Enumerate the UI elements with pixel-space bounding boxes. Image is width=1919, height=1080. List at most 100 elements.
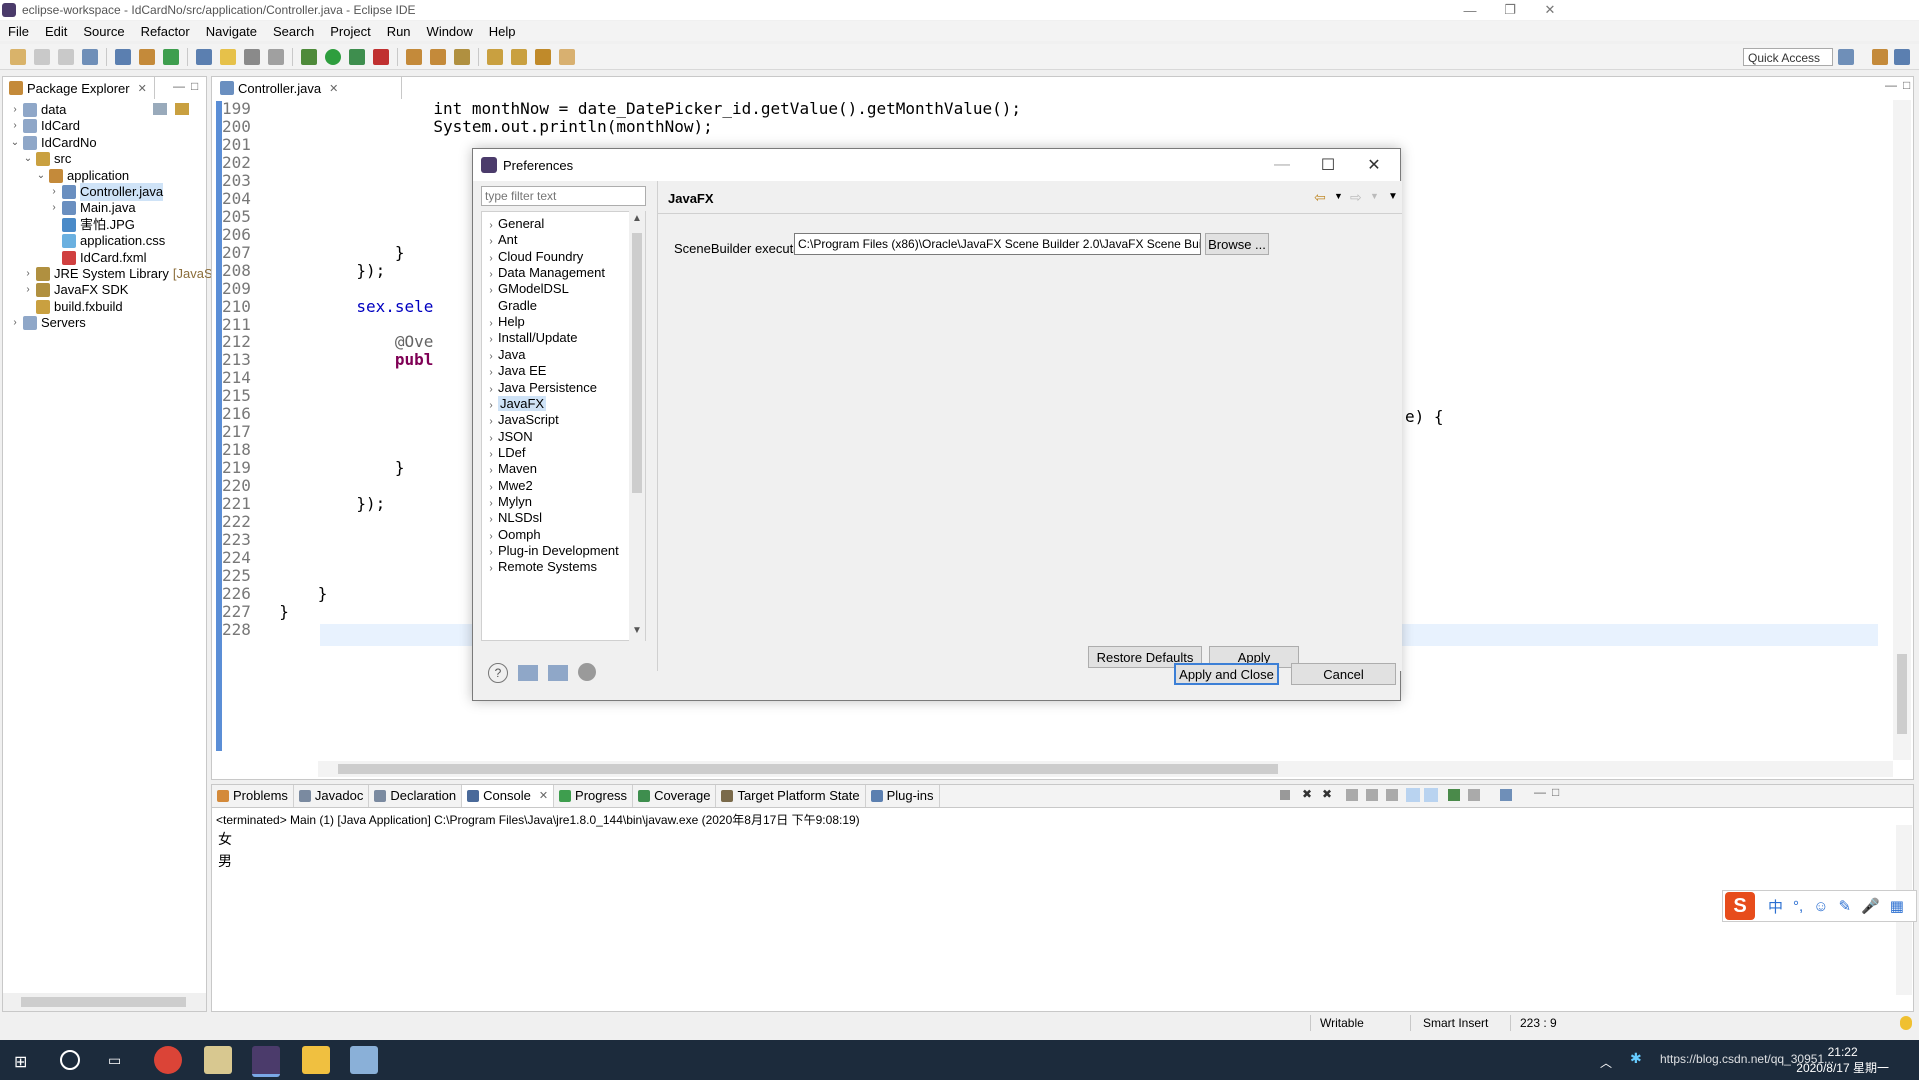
filter-input[interactable]	[481, 186, 646, 206]
package-explorer-tab[interactable]: Package Explorer ✕	[3, 77, 155, 99]
tab-problems[interactable]: Problems	[212, 785, 294, 807]
remove-all-terminated-icon[interactable]: ✖	[1322, 787, 1332, 801]
toolbox-icon[interactable]: ▦	[1890, 897, 1904, 915]
tree-scrollbar[interactable]: ▲ ▼	[629, 211, 645, 641]
menu-run[interactable]: Run	[379, 24, 419, 39]
tree-item[interactable]: › JavaFX SDK	[22, 281, 128, 299]
debug-icon[interactable]	[301, 48, 317, 65]
show-hidden-icons-icon[interactable]: ︿	[1600, 1054, 1612, 1071]
dialog-minimize-button[interactable]: —	[1259, 149, 1305, 181]
close-icon[interactable]: ✕	[539, 785, 548, 807]
clear-console-icon[interactable]	[1346, 789, 1358, 801]
terminate-icon[interactable]	[1280, 790, 1290, 800]
pin-console-icon[interactable]	[1448, 789, 1460, 801]
chinese-mode-icon[interactable]: 中	[1768, 896, 1783, 917]
word-wrap-icon[interactable]	[1386, 789, 1398, 801]
scrollbar-thumb[interactable]	[632, 233, 642, 493]
task-view-icon[interactable]: ▭	[108, 1052, 121, 1069]
open-folder-icon[interactable]	[406, 48, 422, 65]
tree-item[interactable]: application.css	[48, 232, 165, 250]
tab-target-platform-state[interactable]: Target Platform State	[716, 785, 866, 807]
chevron-right-icon[interactable]: ›	[48, 183, 60, 201]
chevron-right-icon[interactable]: ›	[22, 281, 34, 299]
chevron-right-icon[interactable]: ›	[9, 314, 21, 332]
chevron-down-icon[interactable]: ⌄	[9, 134, 21, 152]
start-icon[interactable]: ⊞	[14, 1052, 27, 1072]
taskbar-clock[interactable]: 21:22 2020/8/17 星期一	[1796, 1044, 1889, 1076]
scrollbar-thumb[interactable]	[21, 997, 186, 1007]
menu-help[interactable]: Help	[481, 24, 524, 39]
chevron-right-icon[interactable]: ›	[48, 199, 60, 217]
tree-item[interactable]: › data	[9, 101, 66, 119]
forward-arrow-icon[interactable]: ⇨	[1350, 189, 1362, 206]
back-arrow-icon[interactable]	[535, 48, 551, 65]
coverage-icon[interactable]	[349, 48, 365, 65]
show-whitespace-icon[interactable]	[268, 48, 284, 65]
punctuation-icon[interactable]: °,	[1793, 898, 1803, 915]
lightbulb-icon[interactable]	[1900, 1016, 1912, 1030]
display-selected-console-icon[interactable]	[1468, 789, 1480, 801]
tab-plug-ins[interactable]: Plug-ins	[866, 785, 940, 807]
help-icon[interactable]: ?	[488, 663, 508, 683]
scroll-down-icon[interactable]: ▼	[632, 625, 642, 636]
chevron-right-icon[interactable]: ›	[9, 101, 21, 119]
menu-edit[interactable]: Edit	[37, 24, 75, 39]
tree-item[interactable]: 害怕.JPG	[48, 216, 135, 234]
tab-declaration[interactable]: Declaration	[369, 785, 463, 807]
scrollbar-thumb[interactable]	[1897, 654, 1907, 734]
minimize-view-icon[interactable]: —	[173, 79, 185, 93]
close-icon[interactable]: ✕	[329, 82, 338, 95]
forward-arrow-icon[interactable]	[559, 48, 575, 65]
show-console-on-error-icon[interactable]	[1424, 788, 1438, 802]
save-all-icon[interactable]	[58, 48, 74, 65]
chevron-down-icon[interactable]: ⌄	[35, 167, 47, 185]
dialog-maximize-button[interactable]: ☐	[1305, 149, 1351, 181]
toggle-block-selection-icon[interactable]	[244, 48, 260, 65]
editor-tab-controller-java[interactable]: Controller.java ✕	[212, 77, 402, 99]
save-icon[interactable]	[34, 48, 50, 65]
tab-javadoc[interactable]: Javadoc	[294, 785, 370, 807]
tab-console[interactable]: Console ✕	[462, 785, 555, 807]
link-with-editor-icon[interactable]	[175, 103, 189, 115]
eclipse-taskbar-icon[interactable]	[252, 1046, 280, 1077]
scenebuilder-path-input[interactable]: C:\Program Files (x86)\Oracle\JavaFX Sce…	[794, 233, 1201, 255]
tab-coverage[interactable]: Coverage	[633, 785, 717, 807]
scrollbar-thumb[interactable]	[338, 764, 1278, 774]
skip-breakpoints-icon[interactable]	[115, 48, 131, 65]
open-console-icon[interactable]	[1500, 789, 1512, 801]
sogou-logo-icon[interactable]: S	[1725, 892, 1755, 920]
search-icon[interactable]	[454, 48, 470, 65]
menu-window[interactable]: Window	[419, 24, 481, 39]
menu-navigate[interactable]: Navigate	[198, 24, 265, 39]
menu-refactor[interactable]: Refactor	[133, 24, 198, 39]
preference-tree-item[interactable]: › Remote Systems	[484, 557, 597, 576]
chevron-right-icon[interactable]: ›	[484, 559, 498, 578]
chevron-down-icon[interactable]: ▼	[1334, 191, 1343, 201]
java-ee-perspective-icon[interactable]	[1872, 49, 1888, 65]
notepad-icon[interactable]	[204, 1046, 232, 1074]
scroll-up-icon[interactable]: ▲	[632, 213, 642, 224]
horizontal-scrollbar[interactable]	[3, 993, 206, 1011]
cancel-button[interactable]: Cancel	[1291, 663, 1396, 685]
minimize-editor-icon[interactable]: —	[1885, 78, 1897, 92]
tree-item[interactable]: › IdCard	[9, 117, 80, 135]
file-explorer-icon[interactable]	[302, 1046, 330, 1074]
tree-item[interactable]: ⌄ src	[22, 150, 71, 168]
tree-item[interactable]: ⌄ IdCardNo	[9, 134, 97, 152]
chrome-icon[interactable]	[154, 1046, 182, 1074]
scroll-lock-icon[interactable]	[1366, 789, 1378, 801]
maximize-view-icon[interactable]: □	[191, 79, 198, 93]
tab-progress[interactable]: Progress	[554, 785, 634, 807]
open-task-icon[interactable]	[430, 48, 446, 65]
import-icon[interactable]	[518, 665, 538, 681]
external-tools-icon[interactable]	[373, 48, 389, 65]
quick-access-field[interactable]: Quick Access	[1743, 48, 1833, 66]
collapse-all-icon[interactable]	[153, 103, 167, 115]
view-menu-icon[interactable]: ▼	[1388, 191, 1398, 202]
ime-toolbar[interactable]: S 中 °, ☺ ✎ 🎤 ▦	[1722, 890, 1917, 922]
emoji-icon[interactable]: ☺	[1813, 898, 1828, 915]
chevron-down-icon[interactable]: ▼	[1370, 191, 1379, 201]
tree-item[interactable]: build.fxbuild	[22, 298, 123, 316]
new-package-icon[interactable]	[163, 48, 179, 65]
tree-item[interactable]: IdCard.fxml	[48, 249, 146, 267]
